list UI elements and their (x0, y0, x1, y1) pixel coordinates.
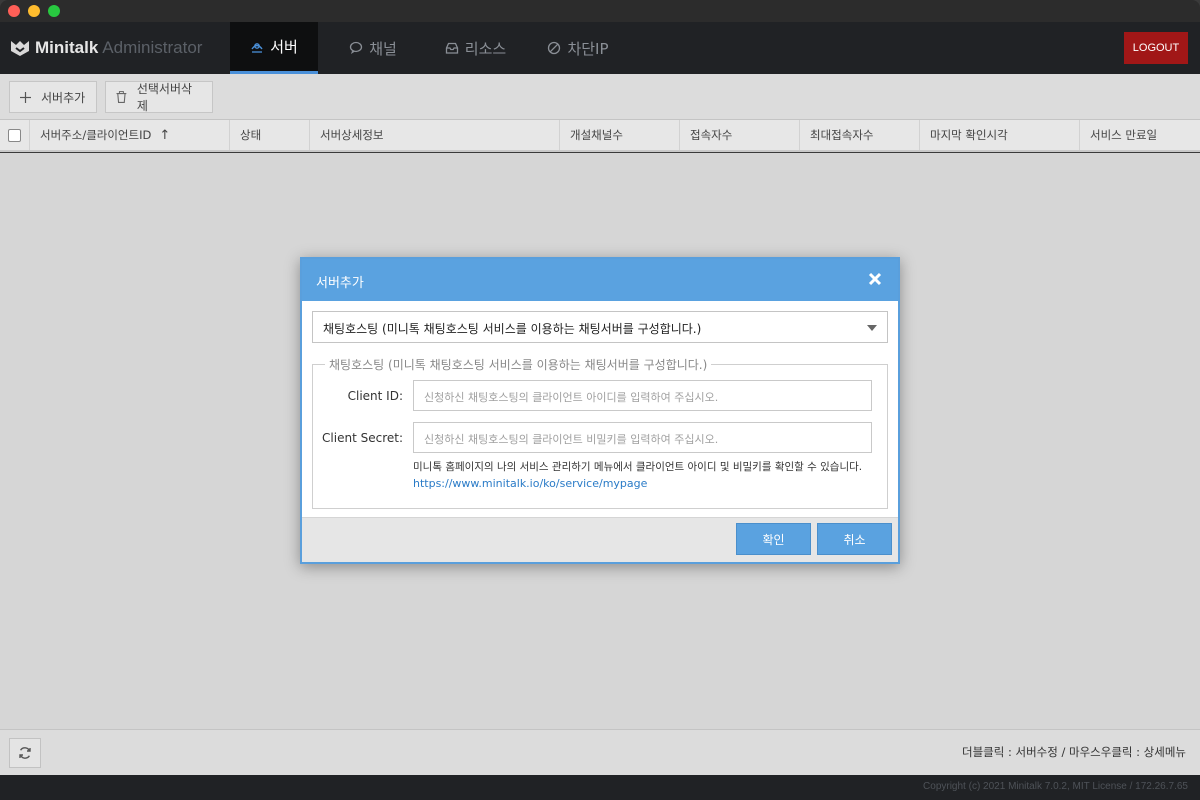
column-header-user-count[interactable]: 접속자수 (680, 120, 800, 150)
server-type-select[interactable]: 채팅호스팅 (미니톡 채팅호스팅 서비스를 이용하는 채팅서버를 구성합니다.) (312, 311, 888, 343)
window-titlebar (0, 0, 1200, 22)
tab-server-label: 서버 (270, 38, 298, 56)
delete-selected-server-label: 선택서버삭제 (136, 82, 193, 113)
refresh-icon (19, 747, 31, 759)
client-id-input[interactable]: 신청하신 채팅호스팅의 클라이언트 아이디를 입력하여 주십시오. (413, 380, 872, 411)
column-label: 최대접속자수 (810, 128, 874, 142)
logout-button[interactable]: LOGOUT (1124, 32, 1188, 64)
select-all-cell (0, 120, 30, 150)
client-secret-label: Client Secret: (322, 431, 403, 445)
plus-icon (20, 91, 31, 103)
dialog-footer: 확인 취소 (302, 517, 898, 562)
fieldset-legend: 채팅호스팅 (미니톡 채팅호스팅 서비스를 이용하는 채팅서버를 구성합니다.) (325, 356, 712, 373)
column-header-server-address[interactable]: 서버주소/클라이언트ID ↑ (30, 120, 230, 150)
client-id-placeholder: 신청하신 채팅호스팅의 클라이언트 아이디를 입력하여 주십시오. (424, 391, 719, 404)
inbox-icon (445, 42, 458, 54)
zoom-window-button[interactable] (48, 5, 60, 17)
logo-text: Minitalk (35, 38, 99, 57)
app-header: Minitalk Administrator 서버 채널 리소스 차단IP LO… (0, 22, 1200, 74)
server-icon (251, 42, 263, 53)
client-id-label: Client ID: (347, 389, 403, 403)
main-nav: 서버 채널 리소스 차단IP (230, 22, 633, 74)
server-type-value: 채팅호스팅 (미니톡 채팅호스팅 서비스를 이용하는 채팅서버를 구성합니다.) (323, 322, 702, 336)
trash-icon (116, 91, 127, 103)
minitalk-logo-icon (11, 41, 29, 56)
block-icon (548, 41, 561, 55)
chevron-down-icon (867, 325, 877, 331)
column-header-channel-count[interactable]: 개설채널수 (560, 120, 680, 150)
tab-channel[interactable]: 채널 (318, 22, 428, 74)
refresh-button[interactable] (9, 738, 41, 768)
add-server-button[interactable]: 서버추가 (9, 81, 97, 113)
select-all-checkbox[interactable] (8, 128, 21, 142)
toolbar: 서버추가 선택서버삭제 (0, 74, 1200, 120)
close-icon[interactable] (866, 270, 884, 288)
column-label: 접속자수 (690, 128, 733, 142)
service-mypage-link[interactable]: https://www.minitalk.io/ko/service/mypag… (413, 477, 647, 490)
minimize-window-button[interactable] (28, 5, 40, 17)
column-header-expiry-date[interactable]: 서비스 만료일 (1080, 120, 1200, 150)
column-header-last-checked[interactable]: 마지막 확인시각 (920, 120, 1080, 150)
column-label: 상태 (240, 128, 262, 142)
help-text: 미니톡 홈페이지의 나의 서비스 관리하기 메뉴에서 클라이언트 아이디 및 비… (413, 461, 863, 473)
column-label: 서비스 만료일 (1090, 128, 1158, 142)
column-label: 마지막 확인시각 (930, 128, 1008, 142)
app-logo: Minitalk Administrator (10, 36, 202, 60)
delete-selected-server-button[interactable]: 선택서버삭제 (105, 81, 213, 113)
client-secret-input[interactable]: 신청하신 채팅호스팅의 클라이언트 비밀키를 입력하여 주십시오. (413, 422, 872, 453)
cancel-button[interactable]: 취소 (817, 523, 892, 555)
column-label: 서버주소/클라이언트ID (40, 128, 152, 142)
tab-blocked-ip[interactable]: 차단IP (523, 22, 633, 74)
column-header-max-user-count[interactable]: 최대접속자수 (800, 120, 920, 150)
tab-blocked-ip-label: 차단IP (567, 39, 609, 58)
tab-resource[interactable]: 리소스 (428, 22, 523, 74)
add-server-label: 서버추가 (41, 90, 86, 105)
add-server-dialog: 서버추가 채팅호스팅 (미니톡 채팅호스팅 서비스를 이용하는 채팅서버를 구성… (300, 257, 900, 564)
column-label: 서버상세정보 (320, 128, 384, 142)
logo-subtitle: Administrator (102, 38, 203, 57)
chat-icon (350, 41, 363, 54)
tab-server[interactable]: 서버 (230, 22, 318, 74)
status-footer: 더블클릭 : 서버수정 / 마우스우클릭 : 상세메뉴 (0, 729, 1200, 775)
tab-resource-label: 리소스 (464, 39, 507, 58)
confirm-button[interactable]: 확인 (736, 523, 811, 555)
copyright-bar: Copyright (c) 2021 Minitalk 7.0.2, MIT L… (0, 775, 1200, 800)
server-table-header: 서버주소/클라이언트ID ↑ 상태 서버상세정보 개설채널수 접속자수 최대접속… (0, 120, 1200, 152)
client-secret-placeholder: 신청하신 채팅호스팅의 클라이언트 비밀키를 입력하여 주십시오. (424, 433, 719, 446)
column-header-server-detail[interactable]: 서버상세정보 (310, 120, 560, 150)
close-window-button[interactable] (8, 5, 20, 17)
column-header-status[interactable]: 상태 (230, 120, 310, 150)
dialog-title: 서버추가 (316, 276, 364, 291)
column-label: 개설채널수 (570, 128, 623, 142)
sort-ascending-icon: ↑ (159, 127, 171, 143)
hosting-settings-fieldset: 채팅호스팅 (미니톡 채팅호스팅 서비스를 이용하는 채팅서버를 구성합니다.)… (312, 356, 888, 509)
tab-channel-label: 채널 (369, 39, 397, 58)
usage-hint: 더블클릭 : 서버수정 / 마우스우클릭 : 상세메뉴 (962, 745, 1186, 759)
dialog-header: 서버추가 (302, 259, 898, 301)
copyright-text: Copyright (c) 2021 Minitalk 7.0.2, MIT L… (923, 781, 1188, 792)
